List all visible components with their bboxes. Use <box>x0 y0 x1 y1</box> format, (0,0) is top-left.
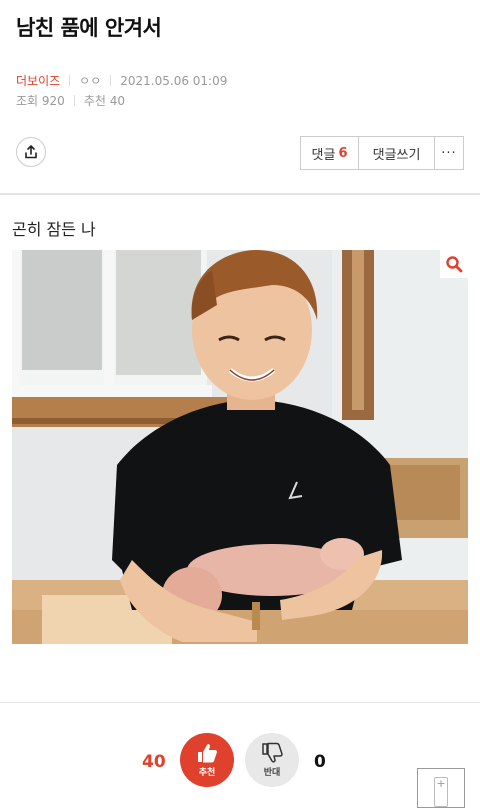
downvote-count: 0 <box>314 752 326 772</box>
post-stats: 조회 920 추천 40 <box>16 92 125 109</box>
image-zoom-button[interactable] <box>440 250 468 278</box>
post-datetime: 2021.05.06 01:09 <box>120 73 228 88</box>
downvote-button[interactable]: 반대 <box>245 733 299 787</box>
scroll-plus-icon: + <box>434 777 448 807</box>
more-options-button[interactable]: ··· <box>435 137 463 169</box>
photo-illustration <box>12 250 468 644</box>
post-title: 남친 품에 안겨서 <box>16 16 162 40</box>
share-icon <box>25 145 37 159</box>
upvote-label: 추천 <box>198 768 216 778</box>
comments-count: 6 <box>338 145 348 161</box>
magnifier-icon <box>446 256 463 273</box>
meta-divider <box>73 95 75 106</box>
content-divider <box>0 702 480 703</box>
recommend-count: 추천 40 <box>83 94 125 108</box>
downvote-label: 반대 <box>263 768 281 778</box>
view-count: 조회 920 <box>16 94 65 108</box>
thumbs-down-icon <box>262 742 283 763</box>
author-name[interactable]: ㅇㅇ <box>79 72 101 89</box>
comments-label: 댓글 <box>311 147 336 163</box>
floating-scroll-button[interactable]: + <box>417 768 465 808</box>
comments-button[interactable]: 댓글 6 <box>301 137 359 169</box>
meta-divider <box>69 75 71 86</box>
category-link[interactable]: 더보이즈 <box>16 72 60 89</box>
header-divider <box>0 193 480 195</box>
post-body-text: 곤히 잠든 나 <box>12 220 96 239</box>
meta-divider <box>110 75 112 86</box>
post-image[interactable] <box>12 250 468 644</box>
write-comment-button[interactable]: 댓글쓰기 <box>359 137 435 169</box>
share-button[interactable] <box>16 137 46 167</box>
thumbs-up-icon <box>198 744 217 763</box>
upvote-count: 40 <box>142 752 166 772</box>
upvote-button[interactable]: 추천 <box>180 733 234 787</box>
post-meta: 더보이즈 ㅇㅇ 2021.05.06 01:09 <box>16 72 227 89</box>
comment-toolbar: 댓글 6 댓글쓰기 ··· <box>300 136 464 170</box>
